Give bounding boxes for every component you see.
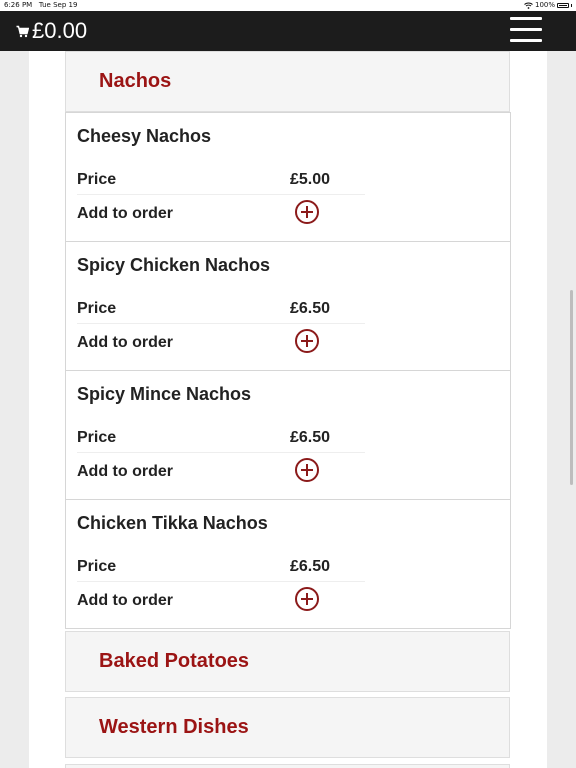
hamburger-menu-icon[interactable] — [510, 17, 542, 43]
row-divider — [77, 452, 365, 453]
category-title: Western Dishes — [99, 716, 249, 738]
cart-icon — [16, 25, 29, 37]
status-bar: 6:26 PM Tue Sep 19 100% — [0, 0, 576, 11]
wifi-icon — [524, 2, 533, 9]
item-price: £6.50 — [290, 558, 331, 575]
category-header-western-dishes[interactable]: Western Dishes — [65, 697, 510, 758]
scrollbar[interactable] — [570, 290, 573, 485]
add-to-order-button[interactable] — [295, 200, 319, 224]
price-label: Price — [77, 171, 117, 188]
cart-button[interactable]: £0.00 — [16, 18, 87, 44]
item-price: £5.00 — [290, 171, 331, 188]
battery-percent: 100% — [534, 1, 555, 9]
menu-item: Chicken Tikka Nachos Price £6.50 Add to … — [66, 500, 510, 628]
item-name: Cheesy Nachos — [77, 126, 212, 146]
add-to-order-button[interactable] — [295, 458, 319, 482]
menu-item: Cheesy Nachos Price £5.00 Add to order — [66, 113, 510, 242]
category-header-partial[interactable] — [65, 764, 510, 768]
add-to-order-label: Add to order — [77, 463, 173, 480]
item-name: Spicy Mince Nachos — [77, 384, 252, 404]
top-nav-bar: £0.00 — [0, 11, 576, 51]
row-divider — [77, 581, 365, 582]
add-to-order-label: Add to order — [77, 334, 173, 351]
status-date: Tue Sep 19 — [38, 1, 78, 9]
item-name: Spicy Chicken Nachos — [77, 255, 271, 275]
menu-item: Spicy Chicken Nachos Price £6.50 Add to … — [66, 242, 510, 371]
price-label: Price — [77, 300, 117, 317]
menu-item: Spicy Mince Nachos Price £6.50 Add to or… — [66, 371, 510, 500]
menu-page: Nachos Cheesy Nachos Price £5.00 Add to … — [29, 51, 547, 768]
category-header-nachos[interactable]: Nachos — [65, 51, 510, 112]
item-price: £6.50 — [290, 300, 331, 317]
item-name: Chicken Tikka Nachos — [77, 513, 268, 533]
category-header-baked-potatoes[interactable]: Baked Potatoes — [65, 631, 510, 692]
price-label: Price — [77, 429, 117, 446]
add-to-order-button[interactable] — [295, 329, 319, 353]
row-divider — [77, 194, 365, 195]
item-price: £6.50 — [290, 429, 331, 446]
nachos-item-list: Cheesy Nachos Price £5.00 Add to order S… — [65, 112, 511, 629]
add-to-order-label: Add to order — [77, 205, 173, 222]
add-to-order-button[interactable] — [295, 587, 319, 611]
price-label: Price — [77, 558, 117, 575]
add-to-order-label: Add to order — [77, 592, 173, 609]
battery-icon — [557, 3, 569, 8]
status-time: 6:26 PM — [4, 1, 33, 9]
category-title: Nachos — [99, 70, 172, 92]
category-title: Baked Potatoes — [99, 650, 250, 672]
cart-total: £0.00 — [32, 18, 88, 43]
row-divider — [77, 323, 365, 324]
